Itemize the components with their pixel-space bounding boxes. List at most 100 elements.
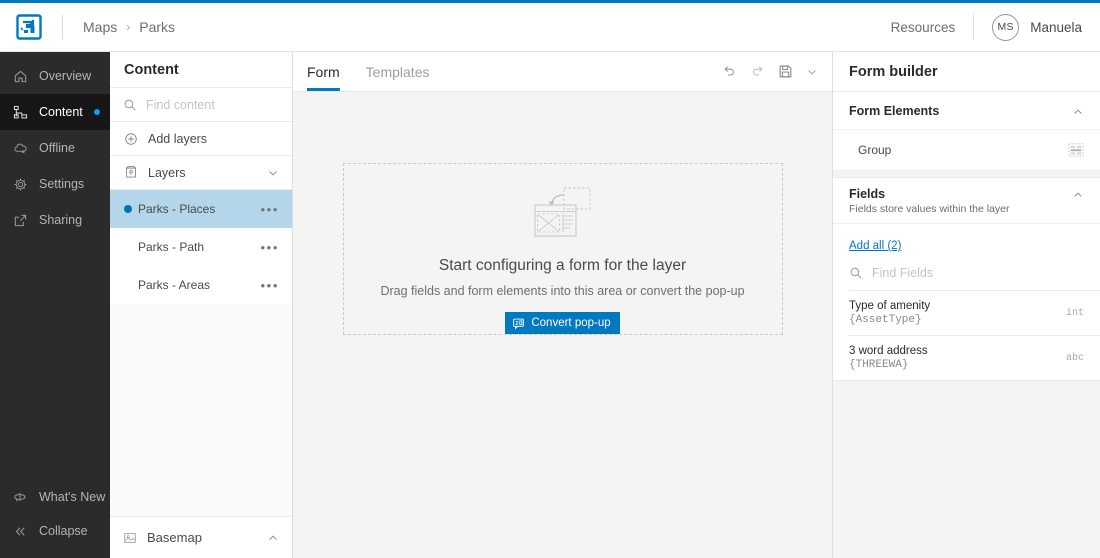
convert-popup-button[interactable]: Convert pop-up [505,312,620,334]
content-tree-icon [12,104,28,120]
search-icon [849,266,863,280]
add-layers-label: Add layers [148,131,208,146]
gear-icon [12,176,28,192]
arcgis-logo-icon[interactable] [14,12,44,42]
layers-icon [123,165,138,180]
sidebar-item-collapse-label: Collapse [39,524,88,538]
layer-item-label: Parks - Areas [138,278,211,292]
fields-section-header[interactable]: Fields Fields store values within the la… [833,178,1100,224]
form-element-group-label: Group [858,143,892,157]
find-fields-row[interactable] [833,256,1100,290]
tab-form-label: Form [307,63,340,80]
section-divider [833,170,1100,178]
resources-link[interactable]: Resources [891,20,956,35]
layer-item-parks-path[interactable]: Parks - Path ••• [110,228,292,266]
breadcrumb-current[interactable]: Parks [139,19,175,35]
layer-item-parks-areas[interactable]: Parks - Areas ••• [110,266,292,304]
basemap-icon [123,531,137,545]
sidebar-item-overview[interactable]: Overview [0,58,110,94]
layer-options-icon[interactable]: ••• [261,279,279,292]
add-all-link[interactable]: Add all (2) [849,240,901,252]
sidebar-item-content-label: Content [39,105,83,119]
left-sidebar: Overview Content Offline Settings Sharin… [0,52,110,558]
field-texts: Type of amenity {AssetType} [849,300,930,326]
field-row[interactable]: Type of amenity {AssetType} int [849,290,1100,335]
layer-options-icon[interactable]: ••• [261,203,279,216]
sidebar-item-settings[interactable]: Settings [0,166,110,202]
megaphone-icon [12,489,28,505]
field-type-badge: abc [1065,352,1084,364]
sidebar-item-overview-label: Overview [39,69,92,83]
form-tabbar: Form Templates [293,52,832,92]
field-name: {THREEWA} [849,359,909,371]
share-export-icon [12,212,28,228]
chevron-up-icon[interactable] [1072,104,1084,118]
layer-item-parks-places[interactable]: Parks - Places ••• [110,190,292,228]
double-chevron-left-icon [12,523,28,539]
form-builder-filler [833,380,1100,558]
form-element-group-item[interactable]: Group [833,130,1100,170]
field-texts: 3 word address {THREEWA} [849,345,928,371]
search-input[interactable] [146,97,279,112]
tab-templates[interactable]: Templates [366,52,430,91]
chevron-down-icon[interactable] [806,66,818,78]
tab-form[interactable]: Form [307,52,340,91]
plus-circle-icon [123,132,138,146]
form-builder-title: Form builder [833,52,1100,92]
form-canvas: Start configuring a form for the layer D… [293,92,832,558]
group-grid-icon [1068,142,1084,158]
layer-visibility-dot[interactable] [124,205,132,213]
body-row: Overview Content Offline Settings Sharin… [0,52,1100,558]
offline-cloud-icon [12,140,28,156]
avatar[interactable]: MS [992,13,1020,41]
add-layers-button[interactable]: Add layers [110,122,292,156]
fields-title: Fields [849,187,886,201]
sidebar-item-whats-new-label: What's New [39,490,106,504]
home-icon [12,68,28,84]
user-name[interactable]: Manuela [1030,20,1082,35]
sidebar-item-settings-label: Settings [39,177,85,191]
top-header-right: Resources MS Manuela [891,13,1082,41]
sidebar-bottom-group: What's New Collapse [0,480,110,558]
chevron-up-icon[interactable] [267,532,279,544]
layers-label: Layers [148,165,186,180]
redo-icon[interactable] [750,64,765,79]
fields-subtitle: Fields store values within the layer [849,203,1010,215]
chevron-down-icon[interactable] [267,167,279,179]
layer-options-icon[interactable]: ••• [261,241,279,254]
breadcrumb-separator: › [126,20,131,34]
dropzone-subtitle: Drag fields and form elements into this … [380,284,745,298]
dropzone-illustration-icon [532,186,594,246]
sidebar-item-offline-label: Offline [39,141,75,155]
find-fields-input[interactable] [872,266,1084,280]
content-search-row[interactable] [110,88,292,122]
save-icon[interactable] [778,64,793,79]
sidebar-item-collapse[interactable]: Collapse [0,514,110,548]
field-type-badge: int [1065,307,1084,319]
top-header: Maps › Parks Resources MS Manuela [0,3,1100,52]
form-builder-panel: Form builder Form Elements Group Fields … [833,52,1100,558]
field-row[interactable]: 3 word address {THREEWA} abc [849,335,1100,380]
sidebar-item-sharing[interactable]: Sharing [0,202,110,238]
header-divider [62,15,63,39]
form-elements-section-header[interactable]: Form Elements [833,92,1100,130]
add-all-fields-row: Add all (2) [833,224,1100,254]
field-alias: 3 word address [849,345,928,357]
breadcrumb-root[interactable]: Maps [83,19,117,35]
sidebar-item-content[interactable]: Content [0,94,110,130]
sidebar-item-offline[interactable]: Offline [0,130,110,166]
basemap-section-header[interactable]: Basemap [110,516,292,558]
field-alias: Type of amenity [849,300,931,312]
layers-section-header[interactable]: Layers [110,156,292,190]
undo-icon[interactable] [722,64,737,79]
sidebar-item-whats-new[interactable]: What's New [0,480,110,514]
layer-item-label: Parks - Places [138,202,216,216]
form-elements-title: Form Elements [849,103,940,118]
header-divider-2 [973,14,975,40]
dropzone-title: Start configuring a form for the layer [438,257,687,274]
field-name: {AssetType} [849,314,922,326]
form-area: Form Templates Start configuring a form … [293,52,833,558]
chevron-up-icon[interactable] [1072,187,1084,201]
form-dropzone[interactable]: Start configuring a form for the layer D… [342,163,783,335]
